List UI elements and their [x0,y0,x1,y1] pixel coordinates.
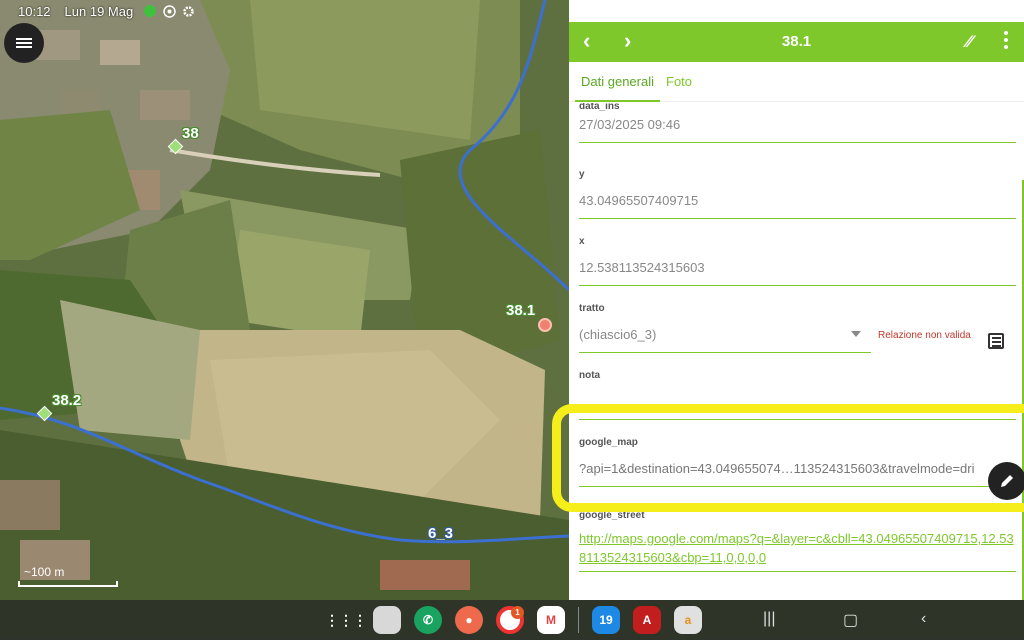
nota-input[interactable] [579,394,1016,420]
field-label: y [579,169,585,180]
point-marker-38-1[interactable] [538,318,552,332]
satellite-imagery [0,0,569,600]
whatsapp-icon [144,5,157,17]
field-label: x [579,236,585,247]
chrome-app-icon[interactable]: 1 [496,606,524,634]
feature-title: 38.1 [781,33,812,50]
pen-icon: ✎ [945,4,955,16]
y-input[interactable]: 43.04965507409715 [579,193,1016,219]
tratto-value: (chiascio6_3) [579,327,657,342]
notification-badge: 1 [511,606,524,619]
screen: 38 38.1 38.2 6_3 ~100 m 10:12 Lun 19 Mag… [0,0,1024,640]
field-data-ins: data_ins 27/03/2025 09:46 [579,103,1016,143]
dropdown-caret-icon [851,331,861,337]
google-map-input[interactable]: ?api=1&destination=43.049655074…11352431… [579,461,1016,487]
wifi-icon: ◠ [988,4,998,16]
edit-geometry-icon[interactable]: ⁄⁄ [966,32,972,52]
pencil-icon [1001,475,1013,487]
map-view[interactable]: 38 38.1 38.2 6_3 ~100 m [0,0,569,600]
amazon-app-icon[interactable]: a [674,606,702,634]
taskbar-divider [578,607,579,633]
field-x: x 12.538113524315603 [579,236,1016,286]
location-icon: ● [975,3,983,15]
gmail-app-icon[interactable]: M [537,606,565,634]
app-drawer-icon[interactable]: ⋮⋮⋮ [325,606,367,634]
field-label: google_map [579,437,638,448]
field-label: tratto [579,303,605,314]
more-options-button[interactable] [1004,31,1008,49]
field-nota: nota [579,370,1016,420]
tab-dati-generali[interactable]: Dati generali [575,62,660,102]
field-google-street: google_street http://maps.google.com/map… [579,510,1016,572]
relation-error: Relazione non valida [878,330,971,341]
back-button[interactable]: ‹ [921,610,926,628]
mute-icon: ✕ [960,4,970,16]
chrome-icon [163,4,176,18]
settings-icon [183,5,194,17]
menu-icon [16,36,32,50]
status-time: 10:12 [18,3,51,19]
battery-icon: ▮ [1003,4,1010,16]
feature-form-panel: ‹ › 38.1 ⁄⁄ Dati generali Foto data_ins … [569,0,1024,600]
calendar-app-icon[interactable]: 19 [592,606,620,634]
point-label-38-2: 38.2 [52,392,82,409]
contacts-app-icon[interactable]: ● [455,606,483,634]
field-google-map: google_map ?api=1&destination=43.0496550… [579,437,1016,487]
data-ins-input[interactable]: 27/03/2025 09:46 [579,117,1016,143]
phone-app-icon[interactable]: ✆ [414,606,442,634]
point-label-38-1: 38.1 [506,302,536,319]
home-button[interactable]: ▢ [843,610,858,630]
point-label-38: 38 [182,125,199,142]
form-body[interactable]: data_ins 27/03/2025 09:46 y 43.049655074… [569,103,1024,600]
scale-label: ~100 m [24,565,65,579]
map-scale: ~100 m [18,565,118,587]
field-label: google_street [579,510,645,521]
status-bar: 10:12 Lun 19 Mag [0,0,1024,22]
tratto-select[interactable]: (chiascio6_3) [579,327,871,353]
tab-foto[interactable]: Foto [660,62,698,102]
scale-bar [18,581,118,587]
field-tratto: tratto (chiascio6_3) Relazione non valid… [579,303,1016,353]
folder-app-icon[interactable] [373,606,401,634]
taskbar: ⋮⋮⋮ ✆ ● 1 M 19 A a ||| ▢ ‹ [0,600,1024,640]
x-input[interactable]: 12.538113524315603 [579,260,1016,286]
field-label: data_ins [579,103,620,112]
google-street-link[interactable]: http://maps.google.com/maps?q=&layer=c&c… [579,529,1016,572]
form-toolbar: ‹ › 38.1 ⁄⁄ [569,22,1024,62]
field-y: y 43.04965507409715 [579,169,1016,219]
status-date: Lun 19 Mag [64,3,134,19]
open-list-icon[interactable] [988,333,1004,349]
form-tabs: Dati generali Foto [569,62,1024,102]
acrobat-app-icon[interactable]: A [633,606,661,634]
recents-button[interactable]: ||| [763,610,775,628]
line-label: 6_3 [428,525,454,542]
status-icons-right: ✎ ✕ ● ◠ ▮ [945,3,1010,16]
field-label: nota [579,370,601,381]
edit-fab[interactable] [988,462,1024,500]
menu-button[interactable] [4,23,44,63]
